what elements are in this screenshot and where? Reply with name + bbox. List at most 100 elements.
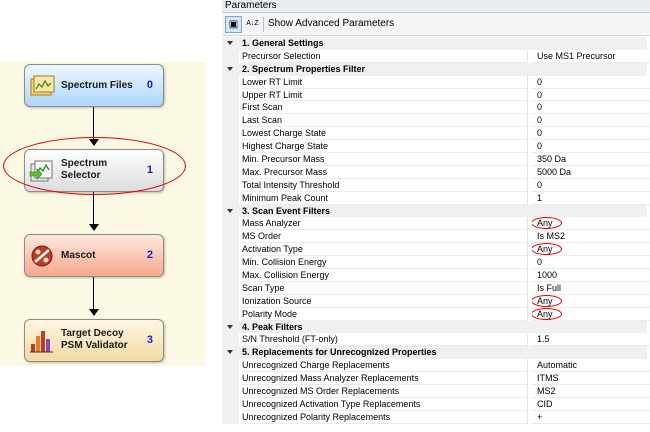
collapse-arrow-icon[interactable] [222, 320, 239, 334]
circled-value: Any [532, 294, 562, 307]
property-row[interactable]: Max. Precursor Mass 5000 Da [222, 165, 650, 179]
property-row[interactable]: Precursor Selection Use MS1 Precursor [222, 49, 650, 63]
property-row[interactable]: Scan Type Is Full [222, 281, 650, 295]
property-category[interactable]: 5. Replacements for Unrecognized Propert… [222, 346, 650, 360]
property-value[interactable]: Use MS1 Precursor [532, 50, 650, 63]
property-row[interactable]: Unrecognized Polarity Replacements + [222, 410, 650, 424]
property-label: Ionization Source [242, 294, 528, 308]
property-row[interactable]: Unrecognized Charge Replacements Automati… [222, 359, 650, 373]
property-value[interactable]: Any [532, 294, 650, 308]
property-label: Polarity Mode [242, 307, 528, 321]
property-row[interactable]: First Scan 0 [222, 101, 650, 115]
property-value[interactable]: 0 [532, 256, 650, 270]
row-gutter [222, 269, 239, 282]
category-label: 1. General Settings [239, 37, 647, 50]
collapse-arrow-icon[interactable] [222, 204, 239, 218]
property-category[interactable]: 3. Scan Event Filters [222, 204, 650, 218]
row-gutter [222, 410, 239, 424]
property-label: Upper RT Limit [242, 88, 528, 102]
property-row[interactable]: MS Order Is MS2 [222, 230, 650, 244]
property-row[interactable]: S/N Threshold (FT-only) 1.5 [222, 333, 650, 347]
property-row[interactable]: Activation Type Any [222, 243, 650, 257]
property-row[interactable]: Lowest Charge State 0 [222, 127, 650, 141]
property-row[interactable]: Unrecognized MS Order Replacements MS2 [222, 385, 650, 398]
collapse-arrow-icon[interactable] [222, 62, 239, 76]
workflow-node-psm-validator[interactable]: Target Decoy PSM Validator 3 [24, 319, 164, 362]
property-value[interactable]: 350 Da [532, 153, 650, 166]
property-value[interactable]: CID [532, 398, 650, 411]
property-row[interactable]: Lower RT Limit 0 [222, 75, 650, 89]
workflow-node-mascot[interactable]: Mascot 2 [24, 234, 164, 277]
property-label: Total Intensity Threshold [242, 178, 528, 192]
property-value[interactable]: Any [532, 307, 650, 321]
property-value[interactable]: 5000 Da [532, 166, 650, 179]
property-value[interactable]: 1000 [532, 269, 650, 282]
property-row[interactable]: Min. Collision Energy 0 [222, 256, 650, 270]
value-text: + [537, 411, 543, 422]
property-label: Max. Precursor Mass [242, 165, 528, 179]
show-advanced-parameters-button[interactable]: Show Advanced Parameters [268, 18, 394, 30]
value-text: Automatic [537, 360, 578, 371]
property-value[interactable]: Is MS2 [532, 230, 650, 244]
row-gutter [222, 333, 239, 347]
node-label: Mascot [61, 250, 96, 261]
property-value[interactable]: MS2 [532, 385, 650, 398]
alphabetical-sort-button[interactable]: A↓Z [244, 16, 261, 33]
property-value[interactable]: 1 [532, 192, 650, 205]
property-label: Minimum Peak Count [242, 191, 528, 205]
value-text: Is MS2 [537, 231, 566, 242]
psm-validator-icon [30, 331, 53, 353]
property-row[interactable]: Max. Collision Energy 1000 [222, 269, 650, 282]
property-value[interactable]: 0 [532, 76, 650, 89]
property-value[interactable]: + [532, 411, 650, 424]
property-value[interactable]: 0 [532, 89, 650, 102]
row-gutter [222, 49, 239, 63]
property-row[interactable]: Polarity Mode Any [222, 307, 650, 321]
property-row[interactable]: Min. Precursor Mass 350 Da [222, 153, 650, 166]
property-label: Unrecognized Mass Analyzer Replacements [242, 372, 528, 386]
row-gutter [222, 256, 239, 270]
property-row[interactable]: Mass Analyzer Any [222, 217, 650, 231]
property-row[interactable]: Unrecognized Mass Analyzer Replacements I… [222, 372, 650, 386]
workflow-arrow [89, 309, 99, 316]
property-row[interactable]: Minimum Peak Count 1 [222, 191, 650, 205]
value-text: Is Full [537, 282, 562, 293]
row-gutter [222, 397, 239, 411]
property-value[interactable]: Is Full [532, 282, 650, 295]
property-value[interactable]: 0 [532, 101, 650, 115]
property-value[interactable]: 0 [532, 114, 650, 128]
value-text: ITMS [537, 373, 559, 384]
category-label: 2. Spectrum Properties Filter [239, 62, 647, 76]
collapse-arrow-icon[interactable] [222, 346, 239, 360]
property-value[interactable]: 1.5 [532, 333, 650, 347]
property-value[interactable]: 0 [532, 140, 650, 154]
property-label: Unrecognized Charge Replacements [242, 359, 528, 373]
property-value[interactable]: Any [532, 243, 650, 257]
property-value[interactable]: 0 [532, 127, 650, 141]
node-number: 0 [146, 79, 153, 91]
property-value[interactable]: Automatic [532, 359, 650, 373]
property-value[interactable]: ITMS [532, 372, 650, 386]
category-label: 5. Replacements for Unrecognized Propert… [239, 346, 647, 360]
workflow-node-spectrum-files[interactable]: Spectrum Files 0 [24, 64, 164, 107]
property-category[interactable]: 1. General Settings [222, 37, 650, 50]
property-row[interactable]: Unrecognized Activation Type Replacement… [222, 397, 650, 411]
property-row[interactable]: Upper RT Limit 0 [222, 88, 650, 102]
property-row[interactable]: Total Intensity Threshold 0 [222, 178, 650, 192]
property-category[interactable]: 4. Peak Filters [222, 320, 650, 334]
categorized-view-button[interactable]: ▣ [225, 16, 242, 33]
property-value[interactable]: 0 [532, 179, 650, 192]
property-value[interactable]: Any [532, 217, 650, 231]
property-row[interactable]: Last Scan 0 [222, 114, 650, 128]
property-label: First Scan [242, 101, 528, 115]
row-gutter [222, 114, 239, 128]
property-row[interactable]: Highest Charge State 0 [222, 140, 650, 154]
value-text: 350 Da [537, 154, 567, 165]
value-text: 0 [537, 179, 543, 190]
row-gutter [222, 75, 239, 89]
value-text: 0 [537, 257, 543, 268]
property-row[interactable]: Ionization Source Any [222, 294, 650, 308]
property-category[interactable]: 2. Spectrum Properties Filter [222, 62, 650, 76]
parameters-toolbar: ▣ A↓Z Show Advanced Parameters [222, 13, 650, 36]
collapse-arrow-icon[interactable] [222, 37, 239, 50]
